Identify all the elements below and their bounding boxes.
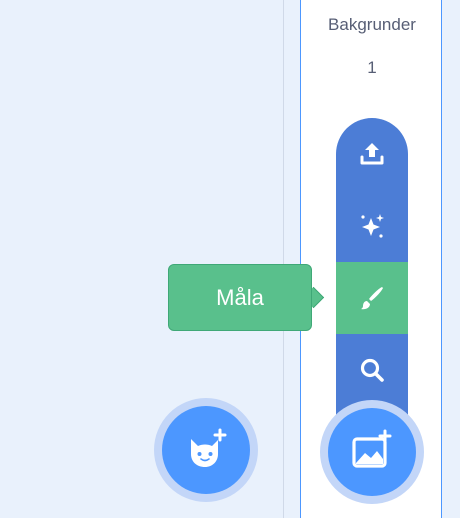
choose-backdrop-button[interactable] — [336, 334, 408, 406]
backdrops-label: Bakgrunder — [328, 15, 416, 34]
right-edge — [442, 0, 460, 518]
search-icon — [360, 358, 384, 382]
cat-plus-icon — [191, 428, 227, 467]
pane-divider — [284, 0, 301, 518]
paint-backdrop-button[interactable] — [336, 262, 408, 334]
backdrop-menu — [336, 118, 408, 418]
paint-tooltip: Måla — [168, 264, 312, 331]
choose-sprite-button[interactable] — [154, 398, 258, 502]
choose-sprite-button-inner[interactable] — [162, 406, 250, 494]
surprise-backdrop-button[interactable] — [336, 190, 408, 262]
sparkle-icon — [361, 214, 384, 238]
choose-backdrop-fab[interactable] — [320, 400, 424, 504]
paintbrush-icon — [361, 287, 383, 310]
upload-backdrop-button[interactable] — [336, 118, 408, 190]
image-plus-icon — [352, 429, 392, 468]
choose-backdrop-fab-inner[interactable] — [328, 408, 416, 496]
upload-icon — [360, 143, 384, 165]
backdrops-count: 1 — [367, 58, 377, 77]
